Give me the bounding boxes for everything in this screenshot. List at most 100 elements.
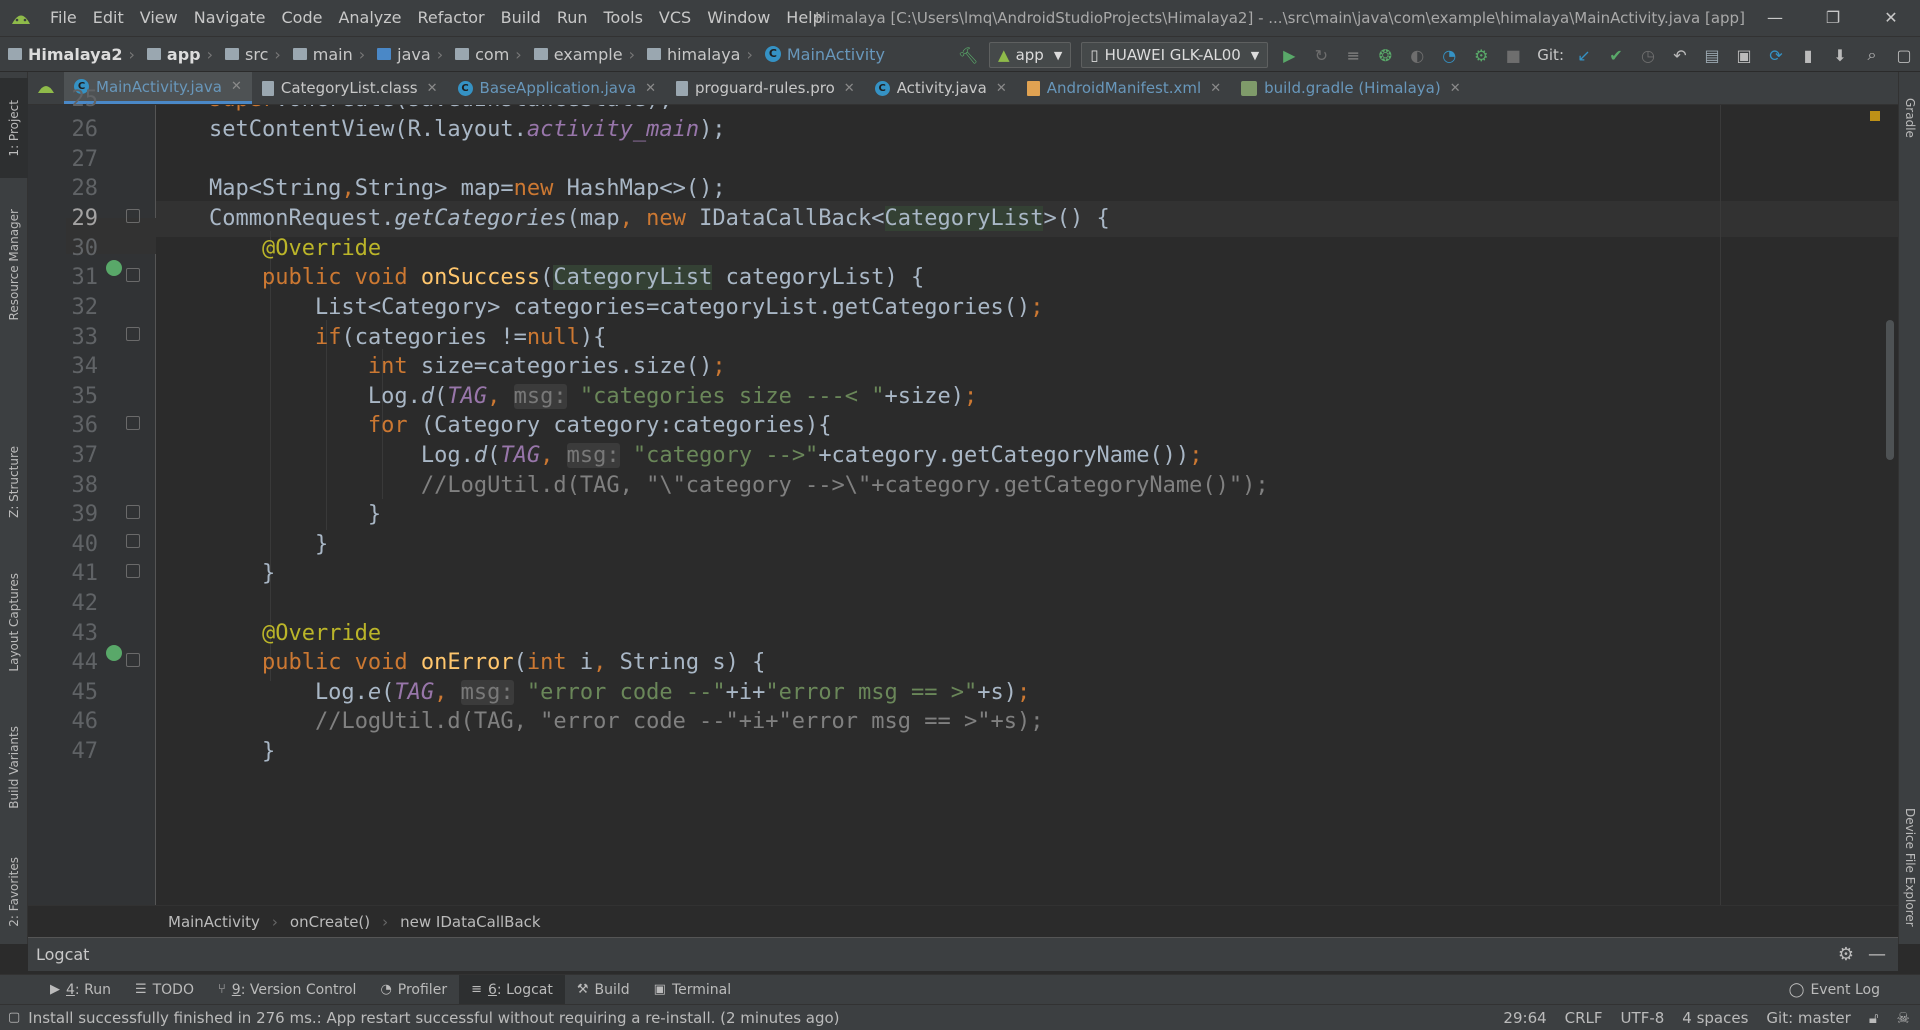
menu-view[interactable]: View [132,0,186,36]
caret-position[interactable]: 29:64 [1503,1009,1546,1027]
tab-profiler[interactable]: ◔ Profiler [368,975,459,1005]
menu-run[interactable]: Run [549,0,596,36]
menu-window[interactable]: Window [699,0,778,36]
fold-icon[interactable] [126,209,140,223]
override-method-icon[interactable] [106,260,122,276]
fold-icon[interactable] [126,268,140,282]
fold-icon[interactable] [126,534,140,548]
lock-icon[interactable]: 🔓︎ [1869,1009,1879,1027]
project-structure-icon[interactable]: ▤ [1696,37,1728,73]
close-tab-icon[interactable]: ✕ [1450,81,1461,96]
warning-marker-icon[interactable] [1870,111,1880,121]
crumb-com[interactable]: com › [447,45,526,64]
user-icon[interactable]: ▢ [1888,37,1920,73]
menu-tools[interactable]: Tools [596,0,651,36]
crumb-project[interactable]: Himalaya2 › [0,45,139,64]
editor-scrollbar[interactable] [1886,320,1894,460]
debug-icon[interactable]: ❂ [1369,37,1401,73]
minimize-icon[interactable]: — [1746,0,1804,36]
menu-edit[interactable]: Edit [85,0,132,36]
close-tab-icon[interactable]: ✕ [844,81,855,96]
tab-build-gradle[interactable]: build.gradle (Himalaya) ✕ [1231,72,1471,104]
git-update-icon[interactable]: ↙ [1568,37,1600,73]
git-commit-icon[interactable]: ✔ [1600,37,1632,73]
close-tab-icon[interactable]: ✕ [231,79,242,94]
sdk-manager-icon[interactable]: ⬇ [1824,37,1856,73]
restore-icon[interactable]: ❐ [1804,0,1862,36]
tool-resource-manager[interactable]: Resource Manager [0,200,28,330]
fold-icon[interactable] [126,327,140,341]
device-select[interactable]: ▯ HUAWEI GLK-AL00 ▼ [1081,42,1269,68]
fold-icon[interactable] [126,564,140,578]
sync-gradle-icon[interactable]: ⟳ [1760,37,1792,73]
tool-gradle[interactable]: Gradle [1899,78,1920,158]
git-history-icon[interactable]: ◷ [1632,37,1664,73]
fold-icon[interactable] [126,653,140,667]
close-tab-icon[interactable]: ✕ [996,81,1007,96]
avd-manager-icon[interactable]: ▮ [1792,37,1824,73]
search-icon[interactable]: ⌕ [1856,37,1888,73]
vcs-branch[interactable]: Git: master [1766,1009,1850,1027]
breadcrumb-anonymous[interactable]: new IDataCallBack [400,913,540,931]
apply-changes-icon[interactable]: ↻ [1305,37,1337,73]
override-method-icon[interactable] [106,645,122,661]
breadcrumb-method[interactable]: onCreate() [290,913,370,931]
tab-run[interactable]: ▶ 4: Run [38,975,123,1005]
file-encoding[interactable]: UTF-8 [1621,1009,1665,1027]
menu-analyze[interactable]: Analyze [330,0,409,36]
gear-icon[interactable]: ⚙ [1838,944,1854,965]
tab-version-control[interactable]: ⑂ 9: Version Control [206,975,368,1005]
layout-inspector-icon[interactable]: ▣ [1728,37,1760,73]
crumb-mainactivity[interactable]: C MainActivity [757,45,889,64]
tool-build-variants[interactable]: Build Variants [0,712,28,822]
stop-icon[interactable]: ■ [1497,37,1529,73]
fold-icon[interactable] [126,416,140,430]
run-icon[interactable]: ▶ [1273,37,1305,73]
crumb-main[interactable]: main › [285,45,369,64]
crumb-himalaya[interactable]: himalaya › [639,45,757,64]
line-separator[interactable]: CRLF [1565,1009,1603,1027]
code-editor[interactable]: super.onCreate(savedInstanceState); setC… [156,105,1898,905]
crumb-module[interactable]: app › [139,45,217,64]
tool-device-file-explorer[interactable]: Device File Explorer [1899,792,1920,942]
status-toggle-icon[interactable]: ▢ [8,1010,20,1025]
crumb-src[interactable]: src › [217,45,285,64]
breadcrumb-class[interactable]: MainActivity [168,913,260,931]
close-tab-icon[interactable]: ✕ [427,81,438,96]
tab-baseapplication[interactable]: C BaseApplication.java ✕ [448,72,666,104]
profile-icon[interactable]: ◔ [1433,37,1465,73]
coverage-icon[interactable]: ◐ [1401,37,1433,73]
menu-file[interactable]: File [42,0,85,36]
fold-icon[interactable] [126,505,140,519]
tab-proguard[interactable]: proguard-rules.pro ✕ [666,72,865,104]
tab-manifest[interactable]: AndroidManifest.xml ✕ [1017,72,1231,104]
git-rollback-icon[interactable]: ↶ [1664,37,1696,73]
apply-code-changes-icon[interactable]: ≡ [1337,37,1369,73]
tool-layout-captures[interactable]: Layout Captures [0,552,28,692]
indent-setting[interactable]: 4 spaces [1682,1009,1748,1027]
close-tab-icon[interactable]: ✕ [645,81,656,96]
make-project-icon[interactable]: 🔨︎ [952,37,984,73]
crumb-example[interactable]: example › [526,45,639,64]
tab-logcat[interactable]: ≡ 6: Logcat [459,974,565,1005]
inspector-icon[interactable]: ☠︎ [1897,1009,1910,1027]
tab-activity[interactable]: C Activity.java ✕ [865,72,1017,104]
tool-structure[interactable]: Z: Structure [0,432,28,532]
menu-code[interactable]: Code [274,0,331,36]
tab-terminal[interactable]: ▣ Terminal [642,975,743,1005]
tool-project[interactable]: 1: Project [0,78,28,178]
attach-debugger-icon[interactable]: ⚙ [1465,37,1497,73]
run-config-select[interactable]: ▲ app ▼ [989,42,1072,68]
crumb-java[interactable]: java › [369,45,447,64]
tab-categorylist[interactable]: CategoryList.class ✕ [252,72,448,104]
status-message[interactable]: Install successfully finished in 276 ms.… [28,1009,839,1027]
menu-navigate[interactable]: Navigate [186,0,274,36]
hide-panel-icon[interactable]: — [1868,944,1886,965]
menu-vcs[interactable]: VCS [651,0,699,36]
close-icon[interactable]: ✕ [1862,0,1920,36]
menu-build[interactable]: Build [493,0,549,36]
menu-refactor[interactable]: Refactor [410,0,493,36]
tab-build[interactable]: ⚒ Build [565,975,642,1005]
tab-todo[interactable]: ☰ TODO [123,975,206,1005]
close-tab-icon[interactable]: ✕ [1210,81,1221,96]
